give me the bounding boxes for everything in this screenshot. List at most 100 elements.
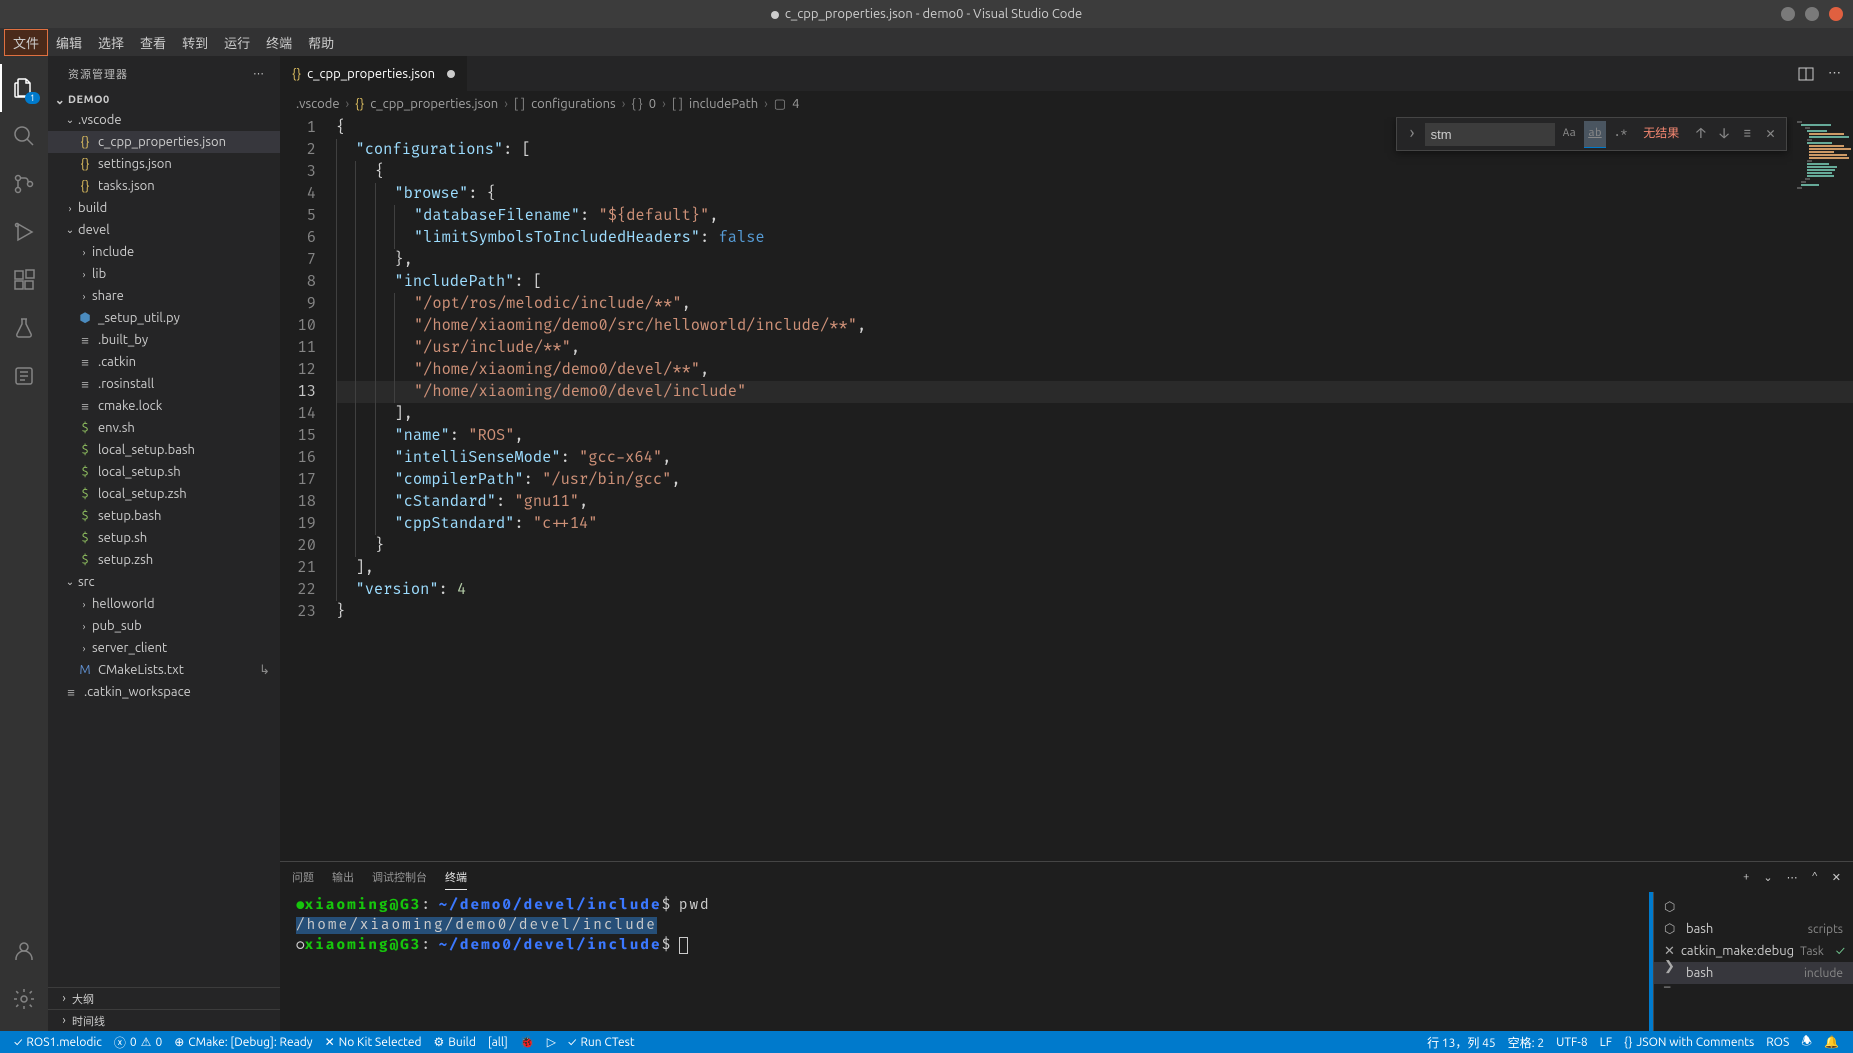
match-word-button[interactable]: ab [1584,121,1606,148]
match-case-button[interactable]: Aa [1559,121,1581,147]
folder-share[interactable]: ›share [48,285,280,307]
breadcrumb-item[interactable]: configurations [531,97,616,111]
breadcrumbs[interactable]: .vscode › {} c_cpp_properties.json › [ ]… [280,91,1853,117]
minimize-button[interactable] [1781,7,1795,21]
terminal-item-catkin[interactable]: ✕catkin_make:debugTask✓ [1654,940,1853,962]
file-tasks[interactable]: {}tasks.json [48,175,280,197]
file-env-sh[interactable]: $env.sh [48,417,280,439]
status-kit[interactable]: ✕No Kit Selected [319,1035,428,1049]
breadcrumb-item[interactable]: 4 [792,97,799,111]
new-terminal-icon[interactable]: + [1743,871,1749,884]
menu-view[interactable]: 查看 [132,30,174,55]
status-ctest[interactable]: ✓Run CTest [562,1036,641,1049]
find-close-icon[interactable]: ✕ [1761,121,1780,147]
status-line-col[interactable]: 行 13，列 45 [1421,1032,1502,1053]
file-cmakelists[interactable]: MCMakeLists.txt↳ [48,659,280,681]
folder-vscode[interactable]: ⌄.vscode [48,109,280,131]
output-tab[interactable]: 输出 [332,865,354,889]
status-eol[interactable]: LF [1594,1032,1618,1053]
folder-server-client[interactable]: ›server_client [48,637,280,659]
terminal-item[interactable]: ⬡ [1654,896,1853,918]
folder-lib[interactable]: ›lib [48,263,280,285]
breadcrumb-item[interactable]: c_cpp_properties.json [370,97,498,111]
breadcrumb-item[interactable]: 0 [649,97,656,111]
status-ros-right[interactable]: ROS [1760,1032,1795,1053]
file-setup-util[interactable]: ⬢_setup_util.py [48,307,280,329]
minimap[interactable] [1793,117,1853,237]
status-encoding[interactable]: UTF-8 [1550,1032,1593,1053]
search-icon[interactable] [0,112,48,160]
menu-edit[interactable]: 编辑 [48,30,90,55]
find-selection-icon[interactable]: ≡ [1738,121,1757,147]
file-built-by[interactable]: ≡.built_by [48,329,280,351]
folder-build[interactable]: ›build [48,197,280,219]
split-editor-icon[interactable] [1798,66,1814,82]
file-settings[interactable]: {}settings.json [48,153,280,175]
file-local-setup-bash[interactable]: $local_setup.bash [48,439,280,461]
terminal-maximize-icon[interactable]: ^ [1812,871,1818,884]
menu-terminal[interactable]: 终端 [258,30,300,55]
menu-selection[interactable]: 选择 [90,30,132,55]
folder-pub-sub[interactable]: ›pub_sub [48,615,280,637]
status-build[interactable]: ⚙Build [428,1035,482,1049]
folder-include[interactable]: ›include [48,241,280,263]
find-input[interactable] [1425,123,1555,146]
status-cmake[interactable]: ⊕CMake: [Debug]: Ready [168,1035,318,1049]
status-target[interactable]: [all] [482,1036,514,1049]
status-problems[interactable]: ⓧ0⚠0 [108,1034,168,1051]
status-notification-icon[interactable]: 🔔 [1818,1032,1845,1053]
tab-ccpp-properties[interactable]: {} c_cpp_properties.json [280,56,467,91]
code-editor[interactable]: 1234567891011121314151617181920212223 { … [280,117,1853,861]
file-setup-bash[interactable]: $setup.bash [48,505,280,527]
file-catkin[interactable]: ≡.catkin [48,351,280,373]
maximize-button[interactable] [1805,7,1819,21]
explorer-icon[interactable]: 1 [0,64,48,112]
run-debug-icon[interactable] [0,208,48,256]
accounts-icon[interactable] [0,927,48,975]
folder-devel[interactable]: ⌄devel [48,219,280,241]
timeline-section[interactable]: ›时间线 [48,1009,280,1031]
regex-button[interactable]: .* [1610,121,1632,147]
breadcrumb-item[interactable]: includePath [689,97,758,111]
more-actions-icon[interactable]: ⋯ [1828,66,1841,82]
file-setup-sh[interactable]: $setup.sh [48,527,280,549]
breadcrumb-item[interactable]: .vscode [296,97,340,111]
find-next-icon[interactable]: ↓ [1715,121,1734,147]
file-ccpp-properties[interactable]: {}c_cpp_properties.json [48,131,280,153]
menu-go[interactable]: 转到 [174,30,216,55]
terminal-close-icon[interactable]: ✕ [1832,871,1841,884]
debug-console-tab[interactable]: 调试控制台 [372,865,427,889]
status-ros[interactable]: ✓ROS1.melodic [8,1036,108,1049]
expand-replace-icon[interactable]: › [1403,123,1420,145]
file-rosinstall[interactable]: ≡.rosinstall [48,373,280,395]
find-prev-icon[interactable]: ↑ [1691,121,1710,147]
terminal-dropdown-icon[interactable]: ⌄ [1763,871,1772,884]
status-run[interactable]: ▷ [541,1035,562,1049]
project-header[interactable]: ⌄ DEMO0 [48,91,280,109]
menu-run[interactable]: 运行 [216,30,258,55]
settings-gear-icon[interactable] [0,975,48,1023]
close-window-button[interactable] [1829,7,1843,21]
problems-tab[interactable]: 问题 [292,865,314,889]
terminal-item-bash-include[interactable]: ❯_bashinclude [1654,962,1853,984]
menu-help[interactable]: 帮助 [300,30,342,55]
status-lang[interactable]: {}JSON with Comments [1618,1032,1760,1053]
folder-src[interactable]: ⌄src [48,571,280,593]
outline-section[interactable]: ›大纲 [48,987,280,1009]
terminal-more-icon[interactable]: ⋯ [1787,871,1798,884]
file-local-setup-zsh[interactable]: $local_setup.zsh [48,483,280,505]
terminal-item-bash-scripts[interactable]: ⬡bashscripts [1654,918,1853,940]
testing-icon[interactable] [0,304,48,352]
extensions-icon[interactable] [0,256,48,304]
file-catkin-workspace[interactable]: ≡.catkin_workspace [48,681,280,703]
folder-helloworld[interactable]: ›helloworld [48,593,280,615]
code-content[interactable]: { "configurations": [ { "browse": { "dat… [336,117,1853,861]
menu-file[interactable]: 文件 [4,29,48,56]
file-local-setup-sh[interactable]: $local_setup.sh [48,461,280,483]
sidebar-more-icon[interactable]: ⋯ [253,67,264,80]
status-spaces[interactable]: 空格: 2 [1502,1032,1550,1053]
file-setup-zsh[interactable]: $setup.zsh [48,549,280,571]
ros-icon[interactable] [0,352,48,400]
source-control-icon[interactable] [0,160,48,208]
file-cmake-lock[interactable]: ≡cmake.lock [48,395,280,417]
